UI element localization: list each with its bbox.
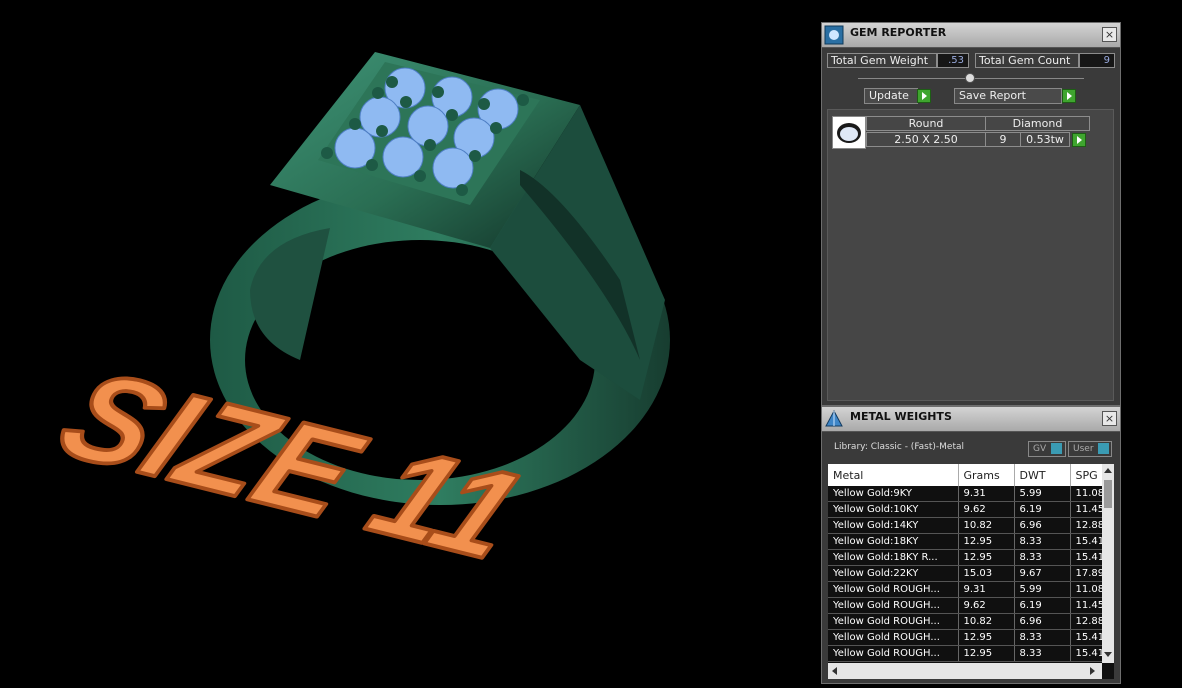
col-dwt[interactable]: DWT — [1014, 464, 1071, 486]
close-icon[interactable]: × — [1102, 411, 1117, 426]
table-row[interactable]: Yellow Gold ROUGH... 9.31 5.99 11.08 — [828, 581, 1114, 598]
metal-name: Yellow Gold ROUGH... — [828, 629, 959, 646]
gem-row-arrow-icon[interactable] — [1072, 133, 1086, 147]
metal-name: Yellow Gold:18KY — [828, 533, 959, 550]
grams-value: 15.03 — [958, 565, 1015, 582]
grams-value: 9.62 — [958, 501, 1015, 518]
grams-value: 12.95 — [958, 533, 1015, 550]
metal-name: Yellow Gold ROUGH... — [828, 597, 959, 614]
metal-table: Metal Grams DWT SPG Yellow Gold:9KY 9.31 5… — [828, 464, 1114, 662]
gem-reporter-title: GEM REPORTER — [850, 26, 947, 39]
gem-count-cell: 9 — [985, 132, 1021, 147]
scroll-up-icon[interactable] — [1104, 468, 1112, 473]
grams-value: 9.31 — [958, 581, 1015, 598]
dwt-value: 5.99 — [1014, 486, 1071, 502]
dwt-value: 6.19 — [1014, 501, 1071, 518]
metal-name: Yellow Gold ROUGH... — [828, 613, 959, 630]
dwt-value: 8.33 — [1014, 629, 1071, 646]
grams-value: 10.82 — [958, 613, 1015, 630]
metal-weights-titlebar[interactable]: METAL WEIGHTS × — [822, 407, 1120, 432]
gem-shape-cell: Round — [866, 116, 986, 131]
user-toggle-icon[interactable] — [1098, 443, 1109, 454]
col-grams[interactable]: Grams — [958, 464, 1015, 486]
horizontal-scrollbar[interactable] — [828, 663, 1102, 679]
metal-name: Yellow Gold:9KY — [828, 486, 959, 502]
total-gem-weight-label: Total Gem Weight — [827, 53, 937, 68]
grams-value: 12.95 — [958, 549, 1015, 566]
table-row[interactable]: Yellow Gold:22KY 15.03 9.67 17.89 — [828, 565, 1114, 582]
metal-name: Yellow Gold:10KY — [828, 501, 959, 518]
gem-thumbnail-icon — [832, 116, 866, 149]
metal-name: Yellow Gold ROUGH... — [828, 645, 959, 662]
gv-toggle-icon[interactable] — [1051, 443, 1062, 454]
dwt-value: 8.33 — [1014, 645, 1071, 662]
table-row[interactable]: Yellow Gold ROUGH... 9.62 6.19 11.45 — [828, 597, 1114, 614]
table-row[interactable]: Yellow Gold ROUGH... 12.95 8.33 15.41 — [828, 645, 1114, 662]
total-gem-count-value[interactable]: 9 — [1079, 53, 1115, 68]
table-row[interactable]: Yellow Gold:18KY R... 12.95 8.33 15.41 — [828, 549, 1114, 566]
table-row[interactable]: Yellow Gold:14KY 10.82 6.96 12.88 — [828, 517, 1114, 534]
gem-material-cell: Diamond — [985, 116, 1090, 131]
update-button[interactable]: Update — [864, 88, 918, 104]
ring-render: SIZE 11 — [38, 52, 670, 588]
gem-size-cell: 2.50 X 2.50 — [866, 132, 986, 147]
gem-reporter-titlebar[interactable]: GEM REPORTER × — [822, 23, 1120, 48]
total-gem-count-label: Total Gem Count — [975, 53, 1079, 68]
grams-value: 12.95 — [958, 629, 1015, 646]
scroll-thumb[interactable] — [1104, 480, 1112, 508]
table-row[interactable]: Yellow Gold:9KY 9.31 5.99 11.08 — [828, 486, 1114, 502]
metal-table-header: Metal Grams DWT SPG — [828, 464, 1114, 486]
metal-table-container[interactable]: Metal Grams DWT SPG Yellow Gold:9KY 9.31 5… — [828, 464, 1114, 679]
grams-value: 9.62 — [958, 597, 1015, 614]
metal-name: Yellow Gold:14KY — [828, 517, 959, 534]
dwt-value: 8.33 — [1014, 549, 1071, 566]
table-row[interactable]: Yellow Gold:10KY 9.62 6.19 11.45 — [828, 501, 1114, 518]
table-row[interactable]: Yellow Gold ROUGH... 12.95 8.33 15.41 — [828, 629, 1114, 646]
gem-list: Round Diamond 2.50 X 2.50 9 0.53tw — [827, 109, 1114, 401]
save-report-button[interactable]: Save Report — [954, 88, 1062, 104]
scroll-right-icon[interactable] — [1090, 667, 1095, 675]
table-row[interactable]: Yellow Gold ROUGH... 10.82 6.96 12.88 — [828, 613, 1114, 630]
dwt-value: 8.33 — [1014, 533, 1071, 550]
scroll-down-icon[interactable] — [1104, 652, 1112, 657]
slider-handle-icon[interactable] — [965, 73, 975, 83]
dwt-value: 5.99 — [1014, 581, 1071, 598]
metal-weights-icon — [824, 409, 844, 429]
library-label: Library: Classic - (Fast)-Metal — [834, 442, 965, 452]
metal-weights-panel: METAL WEIGHTS × Library: Classic - (Fast… — [821, 406, 1121, 684]
metal-name: Yellow Gold:22KY — [828, 565, 959, 582]
metal-name: Yellow Gold ROUGH... — [828, 581, 959, 598]
grams-value: 12.95 — [958, 645, 1015, 662]
metal-name: Yellow Gold:18KY R... — [828, 549, 959, 566]
save-report-arrow-icon[interactable] — [1062, 89, 1076, 103]
total-gem-weight-value[interactable]: .53 — [937, 53, 969, 68]
metal-weights-title: METAL WEIGHTS — [850, 410, 952, 423]
col-metal[interactable]: Metal — [828, 464, 959, 486]
close-icon[interactable]: × — [1102, 27, 1117, 42]
gem-reporter-panel: GEM REPORTER × Total Gem Weight .53 Tota… — [821, 22, 1121, 406]
grams-value: 9.31 — [958, 486, 1015, 502]
dwt-value: 6.96 — [1014, 613, 1071, 630]
dwt-value: 6.96 — [1014, 517, 1071, 534]
update-arrow-icon[interactable] — [917, 89, 931, 103]
dwt-value: 9.67 — [1014, 565, 1071, 582]
vertical-scrollbar[interactable] — [1102, 464, 1114, 663]
3d-viewport[interactable]: SIZE 11 — [0, 0, 820, 684]
dwt-value: 6.19 — [1014, 597, 1071, 614]
scroll-left-icon[interactable] — [832, 667, 837, 675]
grams-value: 10.82 — [958, 517, 1015, 534]
gem-reporter-icon — [824, 25, 844, 45]
gem-weight-cell: 0.53tw — [1020, 132, 1070, 147]
table-row[interactable]: Yellow Gold:18KY 12.95 8.33 15.41 — [828, 533, 1114, 550]
